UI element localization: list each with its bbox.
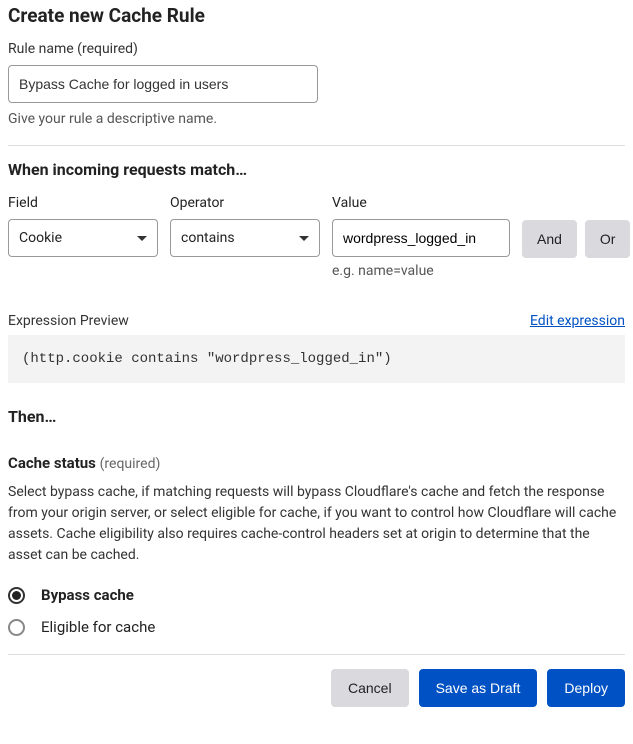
rule-name-label: Rule name (required) <box>8 41 625 57</box>
and-button[interactable]: And <box>522 220 577 258</box>
radio-icon-selected <box>8 587 25 604</box>
radio-bypass-label: Bypass cache <box>41 586 134 604</box>
radio-dot-icon <box>12 591 21 600</box>
operator-select-value: contains <box>181 230 235 246</box>
chevron-down-icon <box>299 236 309 241</box>
radio-eligible-cache[interactable]: Eligible for cache <box>8 618 625 636</box>
expression-preview-label: Expression Preview <box>8 313 129 329</box>
radio-bypass-cache[interactable]: Bypass cache <box>8 586 625 604</box>
divider <box>8 145 625 146</box>
cache-status-label: Cache status <box>8 454 96 472</box>
then-title: Then… <box>8 407 625 426</box>
radio-eligible-label: Eligible for cache <box>41 618 155 636</box>
radio-icon-unselected <box>8 619 25 636</box>
rule-name-input[interactable] <box>8 65 318 103</box>
footer-actions: Cancel Save as Draft Deploy <box>8 669 625 713</box>
field-select-value: Cookie <box>19 230 62 246</box>
match-section-title: When incoming requests match… <box>8 160 625 179</box>
rule-name-hint: Give your rule a descriptive name. <box>8 111 625 127</box>
expression-preview-box: (http.cookie contains "wordpress_logged_… <box>8 335 625 383</box>
cache-status-required: (required) <box>100 456 161 472</box>
chevron-down-icon <box>137 236 147 241</box>
page-title: Create new Cache Rule <box>8 4 625 27</box>
field-label: Field <box>8 195 158 211</box>
divider <box>8 654 625 655</box>
or-button[interactable]: Or <box>585 220 631 258</box>
edit-expression-link[interactable]: Edit expression <box>530 313 625 329</box>
value-column: Value e.g. name=value <box>332 195 510 279</box>
operator-label: Operator <box>170 195 320 211</box>
cancel-button[interactable]: Cancel <box>331 669 409 707</box>
logic-buttons: And Or <box>522 195 630 258</box>
value-input[interactable] <box>332 219 510 257</box>
match-row: Field Cookie Operator contains Value e.g… <box>8 195 625 279</box>
operator-select[interactable]: contains <box>170 219 320 257</box>
save-draft-button[interactable]: Save as Draft <box>419 669 538 707</box>
operator-column: Operator contains <box>170 195 320 257</box>
value-hint: e.g. name=value <box>332 263 510 279</box>
field-column: Field Cookie <box>8 195 158 257</box>
cache-status-description: Select bypass cache, if matching request… <box>8 482 625 566</box>
field-select[interactable]: Cookie <box>8 219 158 257</box>
expression-preview-header: Expression Preview Edit expression <box>8 313 625 329</box>
value-label: Value <box>332 195 510 211</box>
deploy-button[interactable]: Deploy <box>547 669 625 707</box>
rule-name-section: Rule name (required) Give your rule a de… <box>8 41 625 127</box>
cache-status-heading: Cache status (required) <box>8 454 625 472</box>
